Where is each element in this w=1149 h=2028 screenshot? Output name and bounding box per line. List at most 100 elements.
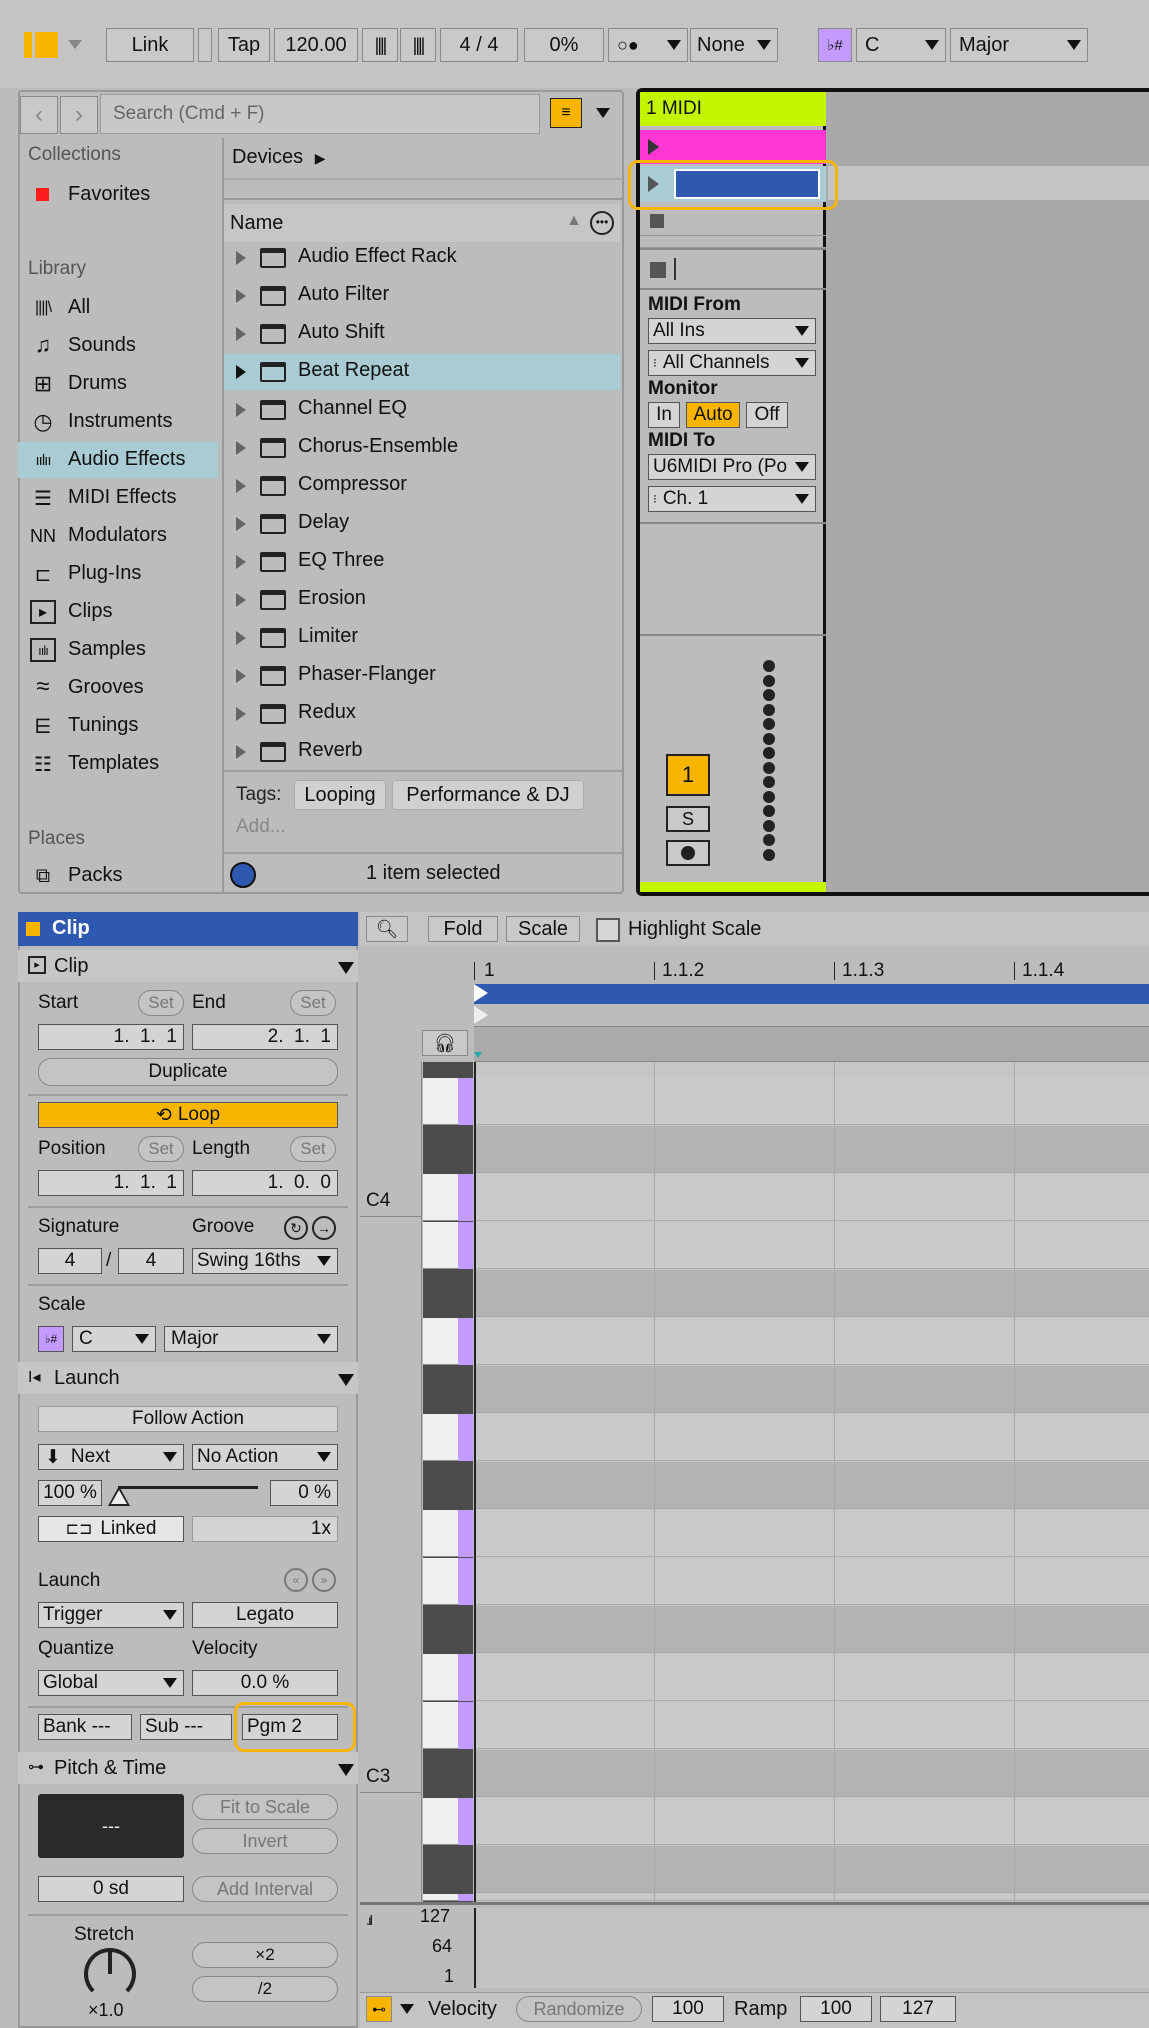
ramp-start-field[interactable]: 100 xyxy=(800,1996,872,2022)
piano-key-white[interactable] xyxy=(423,1702,458,1749)
nudge-up-icon[interactable]: |||| xyxy=(400,28,436,62)
chevron-down-icon[interactable] xyxy=(68,40,82,49)
nudge-back-icon[interactable]: « xyxy=(284,1568,308,1592)
start-field[interactable]: 1. 1. 1 xyxy=(38,1024,184,1050)
stretch-knob[interactable] xyxy=(84,1948,136,2000)
device-row[interactable]: Audio Effect Rack xyxy=(224,240,620,276)
zoom-search-icon[interactable]: 🔍︎ xyxy=(366,916,408,942)
filter-chevron-icon[interactable] xyxy=(596,108,610,118)
output-channel-dropdown[interactable]: ⁝ Ch. 1 xyxy=(648,486,816,512)
note-lane[interactable] xyxy=(476,1174,1149,1221)
live-logo-icon[interactable] xyxy=(24,32,58,58)
piano-key-black[interactable] xyxy=(423,1750,458,1797)
device-row[interactable]: Beat Repeat xyxy=(224,354,620,390)
stop-all-icon[interactable] xyxy=(650,262,666,278)
expand-triangle-icon[interactable] xyxy=(236,707,246,721)
ramp-end-field[interactable]: 127 xyxy=(880,1996,956,2022)
clip-scale-root-dropdown[interactable]: C xyxy=(72,1326,156,1352)
expand-triangle-icon[interactable] xyxy=(236,555,246,569)
device-row[interactable]: Redux xyxy=(224,696,620,732)
scale-button[interactable]: Scale xyxy=(506,916,580,942)
forward-arrow-icon[interactable]: › xyxy=(60,96,98,134)
transpose-display[interactable]: --- xyxy=(38,1794,184,1858)
volume-meter[interactable] xyxy=(762,660,776,870)
sidebar-item-packs[interactable]: ⧉ Packs xyxy=(18,858,218,894)
add-tag-link[interactable]: Add... xyxy=(236,816,286,838)
sidebar-item-all[interactable]: ||||\ All xyxy=(18,290,218,326)
monitor-auto-button[interactable]: Auto xyxy=(686,402,740,428)
velocity-mode-icon[interactable]: ⊷ xyxy=(366,1996,392,2022)
bank-field[interactable]: Bank --- xyxy=(38,1714,132,1740)
scale-mode-toggle-icon[interactable]: ♭# xyxy=(818,28,852,62)
linked-button[interactable]: ⊏⊐ Linked xyxy=(38,1516,184,1542)
end-set-button[interactable]: Set xyxy=(290,990,336,1016)
midi-from-dropdown[interactable]: All Ins xyxy=(648,318,816,344)
quantize-dropdown[interactable]: None xyxy=(690,28,778,62)
note-lane[interactable] xyxy=(476,1222,1149,1269)
position-field[interactable]: 1. 1. 1 xyxy=(38,1170,184,1196)
device-row[interactable]: Channel EQ xyxy=(224,392,620,428)
highlight-scale-checkbox[interactable] xyxy=(596,918,620,942)
track-header[interactable]: 1 MIDI xyxy=(640,92,826,126)
length-field[interactable]: 1. 0. 0 xyxy=(192,1170,338,1196)
arm-button[interactable] xyxy=(666,840,710,866)
info-icon[interactable] xyxy=(230,862,256,888)
timeline-ruler[interactable]: 1 1.1.2 1.1.3 1.1.4 xyxy=(474,956,1149,984)
piano-key-white[interactable] xyxy=(423,1222,458,1269)
metronome-button[interactable]: ○● xyxy=(608,28,688,62)
groove-pool-icon[interactable]: → xyxy=(312,1216,336,1240)
device-row[interactable]: EQ Three xyxy=(224,544,620,580)
expand-triangle-icon[interactable] xyxy=(236,593,246,607)
follow-action-a-dropdown[interactable]: ⬇ Next xyxy=(38,1444,184,1470)
clip-scale-toggle-icon[interactable]: ♭# xyxy=(38,1326,64,1352)
clip-section-header[interactable]: ▸ Clip xyxy=(18,950,358,982)
start-set-button[interactable]: Set xyxy=(138,990,184,1016)
device-row[interactable]: Auto Shift xyxy=(224,316,620,352)
breadcrumb[interactable]: Devices ▶ xyxy=(232,146,432,174)
note-lane[interactable] xyxy=(476,1270,1149,1317)
device-row[interactable]: Erosion xyxy=(224,582,620,618)
sidebar-item-audio-effects[interactable]: ıılıı Audio Effects xyxy=(18,442,218,478)
link-button[interactable]: Link xyxy=(106,28,194,62)
follow-chance-b[interactable]: 0 % xyxy=(270,1480,338,1506)
tap-button[interactable]: Tap xyxy=(218,28,270,62)
follow-chance-a[interactable]: 100 % xyxy=(38,1480,102,1506)
expand-triangle-icon[interactable] xyxy=(236,403,246,417)
filter-icon[interactable]: ≡ xyxy=(550,98,582,128)
clip-slot-empty-1[interactable] xyxy=(640,204,826,236)
device-row[interactable]: Compressor xyxy=(224,468,620,504)
loop-brace[interactable] xyxy=(474,984,1149,1004)
legato-button[interactable]: Legato xyxy=(192,1602,338,1628)
device-row[interactable]: Limiter xyxy=(224,620,620,656)
piano-key-white[interactable] xyxy=(423,1894,458,1901)
device-row[interactable]: Phaser-Flanger xyxy=(224,658,620,694)
nudge-down-icon[interactable]: |||| xyxy=(362,28,398,62)
piano-key-white[interactable] xyxy=(423,1318,458,1365)
expand-triangle-icon[interactable] xyxy=(236,479,246,493)
tag-looping[interactable]: Looping xyxy=(294,780,386,810)
clip-play-icon[interactable] xyxy=(648,139,659,155)
back-arrow-icon[interactable]: ‹ xyxy=(20,96,58,134)
piano-key-white[interactable] xyxy=(423,1510,458,1557)
follow-chance-slider[interactable] xyxy=(108,1480,258,1506)
expand-triangle-icon[interactable] xyxy=(236,365,246,379)
velocity-field[interactable]: 0.0 % xyxy=(192,1670,338,1696)
search-input[interactable]: Search (Cmd + F) xyxy=(100,94,540,134)
velocity-mode-chevron-icon[interactable] xyxy=(400,2004,414,2014)
loop-start-marker[interactable] xyxy=(474,984,488,1002)
piano-key-white[interactable] xyxy=(423,1174,458,1221)
start-marker-icon[interactable] xyxy=(474,1006,488,1024)
note-lane[interactable] xyxy=(476,1318,1149,1365)
preview-headphones-icon[interactable]: 🎧︎ xyxy=(422,1030,468,1056)
favorites-item[interactable]: Favorites xyxy=(18,178,218,212)
piano-key-black[interactable] xyxy=(423,1126,458,1173)
note-lane[interactable] xyxy=(476,1462,1149,1509)
note-lane[interactable] xyxy=(476,1078,1149,1125)
loop-button[interactable]: ⟲ Loop xyxy=(38,1102,338,1128)
expand-triangle-icon[interactable] xyxy=(236,289,246,303)
end-field[interactable]: 2. 1. 1 xyxy=(192,1024,338,1050)
sidebar-item-drums[interactable]: ⊞ Drums xyxy=(18,366,218,402)
note-lane[interactable] xyxy=(476,1894,1149,1901)
expand-triangle-icon[interactable] xyxy=(236,327,246,341)
note-lane[interactable] xyxy=(476,1654,1149,1701)
